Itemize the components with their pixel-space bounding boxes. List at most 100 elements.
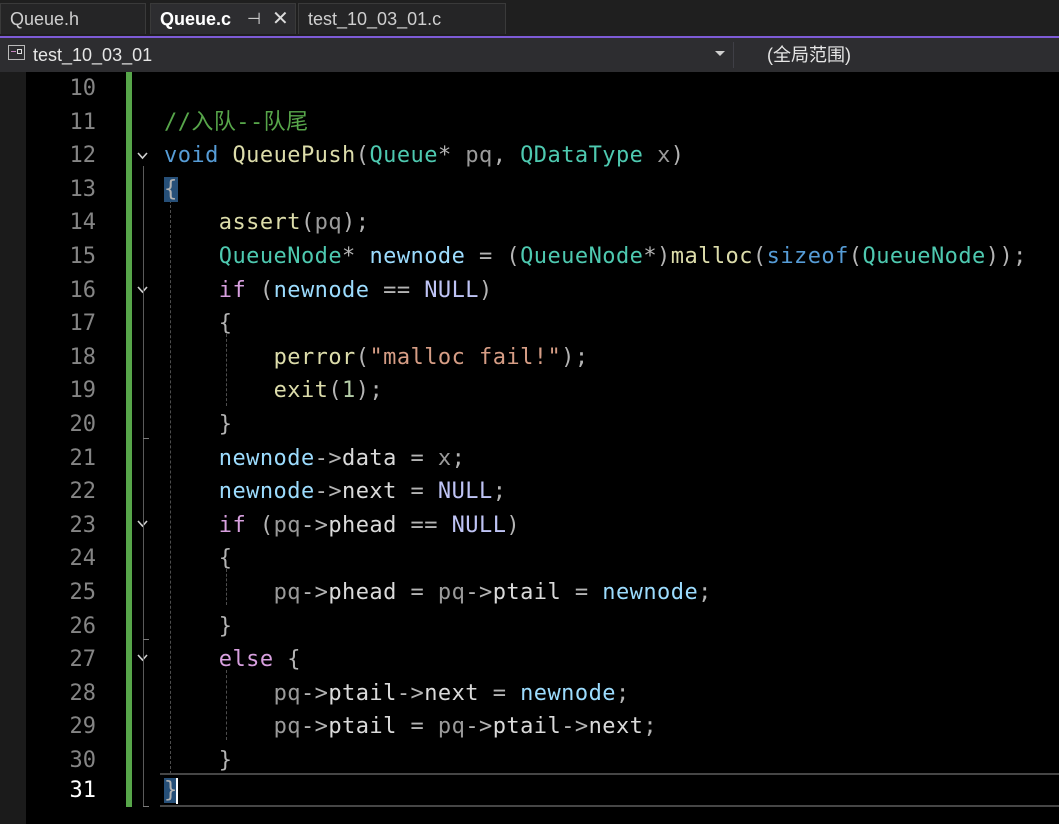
field: ptail <box>492 714 562 740</box>
variable: newnode <box>218 445 315 471</box>
line-number: 27 <box>69 647 97 673</box>
line-number: 21 <box>69 445 97 471</box>
function-name: assert <box>218 210 301 236</box>
project-scope-dropdown[interactable]: test_10_03_01 <box>0 38 732 72</box>
field: next <box>424 680 479 706</box>
code-line-20[interactable]: } <box>164 408 1054 442</box>
code-line-11[interactable]: //入队--队尾 <box>164 106 1054 140</box>
parameter: pq <box>465 143 493 169</box>
code-line-13[interactable]: { <box>164 173 1054 207</box>
line-number: 19 <box>69 378 97 404</box>
code-line-26[interactable]: } <box>164 610 1054 644</box>
tab-queue-c[interactable]: Queue.c ⊣ ✕ <box>150 3 296 34</box>
parameter: pq <box>273 512 301 538</box>
line-number: 25 <box>69 580 97 605</box>
line-number: 20 <box>69 412 97 437</box>
line-number: 13 <box>69 176 97 202</box>
punctuation: -> <box>300 680 329 706</box>
tab-queue-h[interactable]: Queue.h <box>0 3 146 34</box>
punctuation: = <box>396 580 438 605</box>
punctuation: -> <box>561 714 589 740</box>
field: phead <box>328 512 397 538</box>
code-line-28[interactable]: pq->ptail->next = newnode; <box>164 677 1054 711</box>
member-scope-label: (全局范围) <box>767 45 851 65</box>
change-tracking-bar <box>126 72 132 807</box>
punctuation: } <box>218 748 233 773</box>
parameter: x <box>437 445 452 471</box>
code-line-17[interactable]: { <box>164 307 1054 341</box>
fold-end-marker <box>143 806 149 807</box>
punctuation: == <box>369 277 425 303</box>
line-number: 24 <box>69 546 97 572</box>
field: next <box>588 714 644 740</box>
punctuation: } <box>218 613 233 639</box>
punctuation: ( <box>246 277 274 303</box>
tab-label: Queue.h <box>10 9 80 29</box>
fold-end-marker <box>143 639 149 640</box>
line-number: 11 <box>69 109 97 135</box>
punctuation: -> <box>465 714 493 740</box>
code-line-19[interactable]: exit(1); <box>164 374 1054 408</box>
punctuation: ( <box>355 344 370 370</box>
member-scope-dropdown[interactable]: (全局范围) <box>740 38 1059 72</box>
punctuation: -> <box>314 479 343 505</box>
pin-icon[interactable]: ⊣ <box>247 4 261 35</box>
code-line-15[interactable]: QueueNode* newnode = (QueueNode*)malloc(… <box>164 240 1054 274</box>
code-line-22[interactable]: newnode->next = NULL; <box>164 475 1054 509</box>
code-line-12[interactable]: void QueuePush(Queue* pq, QDataType x) <box>164 139 1054 173</box>
variable: newnode <box>218 479 315 505</box>
code-line-14[interactable]: assert(pq); <box>164 206 1054 240</box>
code-line-21[interactable]: newnode->data = x; <box>164 442 1054 476</box>
field: ptail <box>328 680 397 706</box>
code-line-31[interactable]: } <box>164 774 1054 808</box>
comment: //入队--队尾 <box>164 109 309 135</box>
code-line-23[interactable]: if (pq->phead == NULL) <box>164 509 1054 543</box>
line-number: 12 <box>69 143 97 169</box>
punctuation: = <box>396 445 438 471</box>
punctuation: ( <box>752 244 767 269</box>
punctuation: { <box>218 311 233 337</box>
keyword: sizeof <box>766 244 849 269</box>
punctuation: , <box>492 143 521 169</box>
punctuation: == <box>396 512 452 538</box>
control-keyword: if <box>218 512 247 538</box>
line-number: 16 <box>69 277 97 303</box>
type-name: QueueNode <box>862 244 986 269</box>
punctuation: )); <box>985 244 1027 269</box>
tab-test-c[interactable]: test_10_03_01.c <box>298 3 506 34</box>
code-line-29[interactable]: pq->ptail = pq->ptail->next; <box>164 710 1054 744</box>
type-name: Queue <box>369 143 438 169</box>
line-number: 18 <box>69 344 97 370</box>
code-line-16[interactable]: if (newnode == NULL) <box>164 274 1054 308</box>
punctuation: ); <box>342 210 370 236</box>
navigation-bar: test_10_03_01 (全局范围) <box>0 38 1059 72</box>
code-line-18[interactable]: perror("malloc fail!"); <box>164 341 1054 375</box>
punctuation: ; <box>643 714 658 740</box>
punctuation: ( <box>300 210 315 236</box>
line-number: 14 <box>69 210 97 236</box>
code-line-25[interactable]: pq->phead = pq->ptail = newnode; <box>164 576 1054 610</box>
punctuation: ; <box>492 479 507 505</box>
punctuation: ); <box>355 378 384 404</box>
line-number: 29 <box>69 714 97 740</box>
parameter: pq <box>273 580 301 605</box>
function-name: QueuePush <box>232 143 356 169</box>
code-editor[interactable]: 10 11 12 13 14 15 16 17 18 19 20 21 22 2… <box>0 72 1059 824</box>
punctuation: ) <box>506 512 521 538</box>
punctuation: = <box>396 479 438 505</box>
variable: newnode <box>602 580 699 605</box>
punctuation: ( <box>246 512 274 538</box>
code-line-27[interactable]: else { <box>164 643 1054 677</box>
fold-region-line <box>143 166 144 806</box>
line-number: 17 <box>69 311 97 337</box>
code-line-30[interactable]: } <box>164 744 1054 778</box>
line-number: 30 <box>69 748 97 773</box>
fold-collapse-icon[interactable] <box>137 150 148 161</box>
chevron-down-icon[interactable] <box>715 51 725 56</box>
type-name: QueueNode <box>520 244 644 269</box>
code-line-24[interactable]: { <box>164 542 1054 576</box>
macro: NULL <box>451 512 507 538</box>
punctuation: = <box>479 680 521 706</box>
close-icon[interactable]: ✕ <box>272 4 289 35</box>
line-number: 10 <box>69 76 97 101</box>
